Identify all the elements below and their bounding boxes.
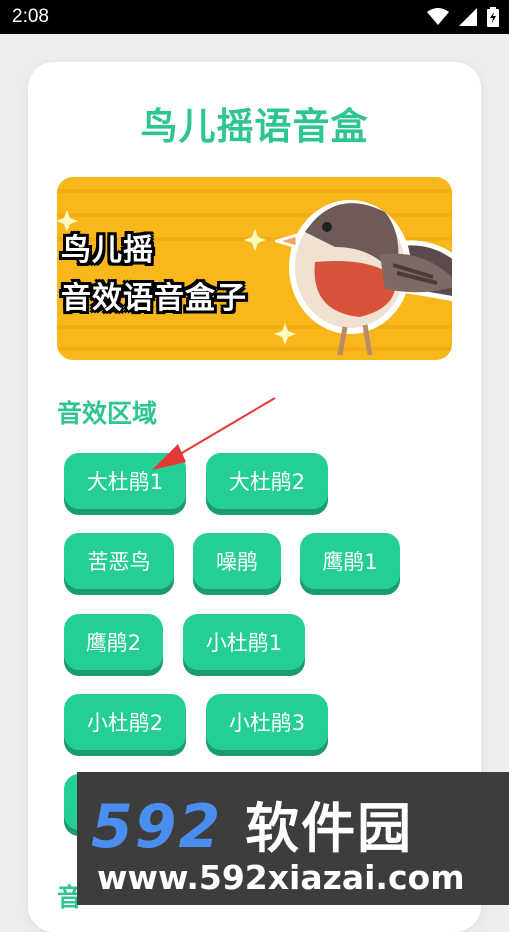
sound-button-8[interactable]: 小杜鹃2	[64, 694, 186, 750]
banner-line1: 鸟儿摇	[61, 233, 154, 268]
banner-line2: 音效语音盒子	[61, 281, 247, 316]
sound-button-7[interactable]: 小杜鹃1	[183, 614, 305, 670]
sound-button-2[interactable]: 大杜鹃2	[206, 453, 328, 509]
sound-button-3[interactable]: 苦恶鸟	[64, 533, 174, 589]
status-time: 2:08	[12, 6, 49, 27]
watermark-overlay: 592 软件园 www.592xiazai.com	[77, 772, 509, 905]
sound-button-5[interactable]: 鹰鹃1	[300, 533, 400, 589]
sound-button-9[interactable]: 小杜鹃3	[206, 694, 328, 750]
sound-button-4[interactable]: 噪鹃	[193, 533, 281, 589]
bird-illustration	[275, 200, 452, 356]
watermark-text: 软件园	[245, 797, 414, 860]
sound-button-6[interactable]: 鹰鹃2	[64, 614, 163, 670]
watermark-url: www.592xiazai.com	[97, 858, 465, 897]
status-bar: 2:08	[0, 0, 509, 34]
battery-icon	[487, 7, 499, 27]
app-title: 鸟儿摇语音盒	[140, 105, 369, 148]
banner: 鸟儿摇 音效语音盒子	[57, 177, 452, 360]
section-title-sound: 音效区域	[57, 399, 158, 428]
sound-button-1[interactable]: 大杜鹃1	[64, 453, 186, 509]
signal-icon	[459, 8, 477, 26]
watermark-digits: 592	[91, 792, 223, 862]
wifi-icon	[427, 8, 449, 25]
watermark-brand: 592 软件园	[91, 784, 413, 863]
